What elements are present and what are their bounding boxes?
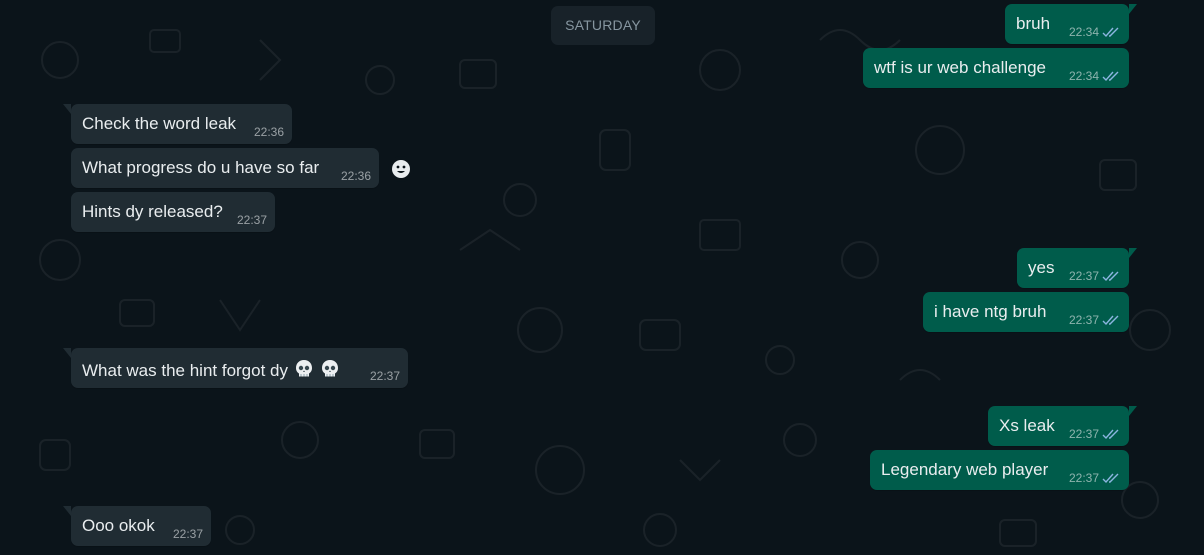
message-incoming[interactable]: Hints dy released? 22:37 <box>71 192 275 232</box>
smiley-icon <box>392 160 410 178</box>
message-time: 22:34 <box>1068 69 1099 83</box>
message-outgoing[interactable]: bruh 22:34 <box>1005 4 1137 44</box>
message-time: 22:36 <box>253 125 284 139</box>
message-incoming[interactable]: What progress do u have so far 22:36 <box>71 148 379 188</box>
read-ticks-icon <box>1102 27 1119 38</box>
reaction-button[interactable] <box>388 156 414 182</box>
bubble-tail <box>1129 248 1137 258</box>
message-time: 22:37 <box>236 213 267 227</box>
bubble-tail <box>63 506 71 516</box>
skull-icon <box>295 360 312 377</box>
message-text: Legendary web player <box>881 460 1049 479</box>
message-text: Check the word leak <box>82 114 237 133</box>
message-text: What progress do u have so far <box>82 158 320 177</box>
skull-icon <box>322 360 339 377</box>
message-time: 22:37 <box>1068 269 1099 283</box>
bubble-tail <box>1129 4 1137 14</box>
read-ticks-icon <box>1102 429 1119 440</box>
message-text: Xs leak <box>999 416 1055 435</box>
message-text: i have ntg bruh <box>934 302 1047 321</box>
bubble-tail <box>63 104 71 114</box>
message-incoming[interactable]: What was the hint forgot dy 22:37 <box>63 348 408 388</box>
chat-panel: SATURDAY bruh 22:34 wtf is ur web challe… <box>0 0 1204 555</box>
message-outgoing[interactable]: wtf is ur web challenge 22:34 <box>863 48 1129 88</box>
message-outgoing[interactable]: i have ntg bruh 22:37 <box>923 292 1129 332</box>
message-text: wtf is ur web challenge <box>874 58 1046 77</box>
bubble-tail <box>63 348 71 358</box>
read-ticks-icon <box>1102 71 1119 82</box>
read-ticks-icon <box>1102 473 1119 484</box>
bubble-tail <box>1129 406 1137 416</box>
message-outgoing[interactable]: Legendary web player 22:37 <box>870 450 1129 490</box>
message-incoming[interactable]: Ooo okok 22:37 <box>63 506 211 546</box>
message-text: bruh <box>1016 14 1051 33</box>
message-outgoing[interactable]: yes 22:37 <box>1017 248 1137 288</box>
read-ticks-icon <box>1102 315 1119 326</box>
message-incoming[interactable]: Check the word leak 22:36 <box>63 104 292 144</box>
message-time: 22:37 <box>172 527 203 541</box>
message-time: 22:37 <box>1068 471 1099 485</box>
read-ticks-icon <box>1102 271 1119 282</box>
message-time: 22:37 <box>1068 427 1099 441</box>
message-time: 22:37 <box>1068 313 1099 327</box>
message-time: 22:37 <box>369 369 400 383</box>
message-text: What was the hint forgot dy <box>82 361 288 380</box>
message-text: Ooo okok <box>82 516 155 535</box>
message-text: yes <box>1028 258 1055 277</box>
date-separator: SATURDAY <box>551 6 655 45</box>
message-content: What was the hint forgot dy <box>82 358 341 381</box>
message-outgoing[interactable]: Xs leak 22:37 <box>988 406 1137 446</box>
message-text: Hints dy released? <box>82 202 223 221</box>
message-time: 22:34 <box>1068 25 1099 39</box>
message-time: 22:36 <box>340 169 371 183</box>
